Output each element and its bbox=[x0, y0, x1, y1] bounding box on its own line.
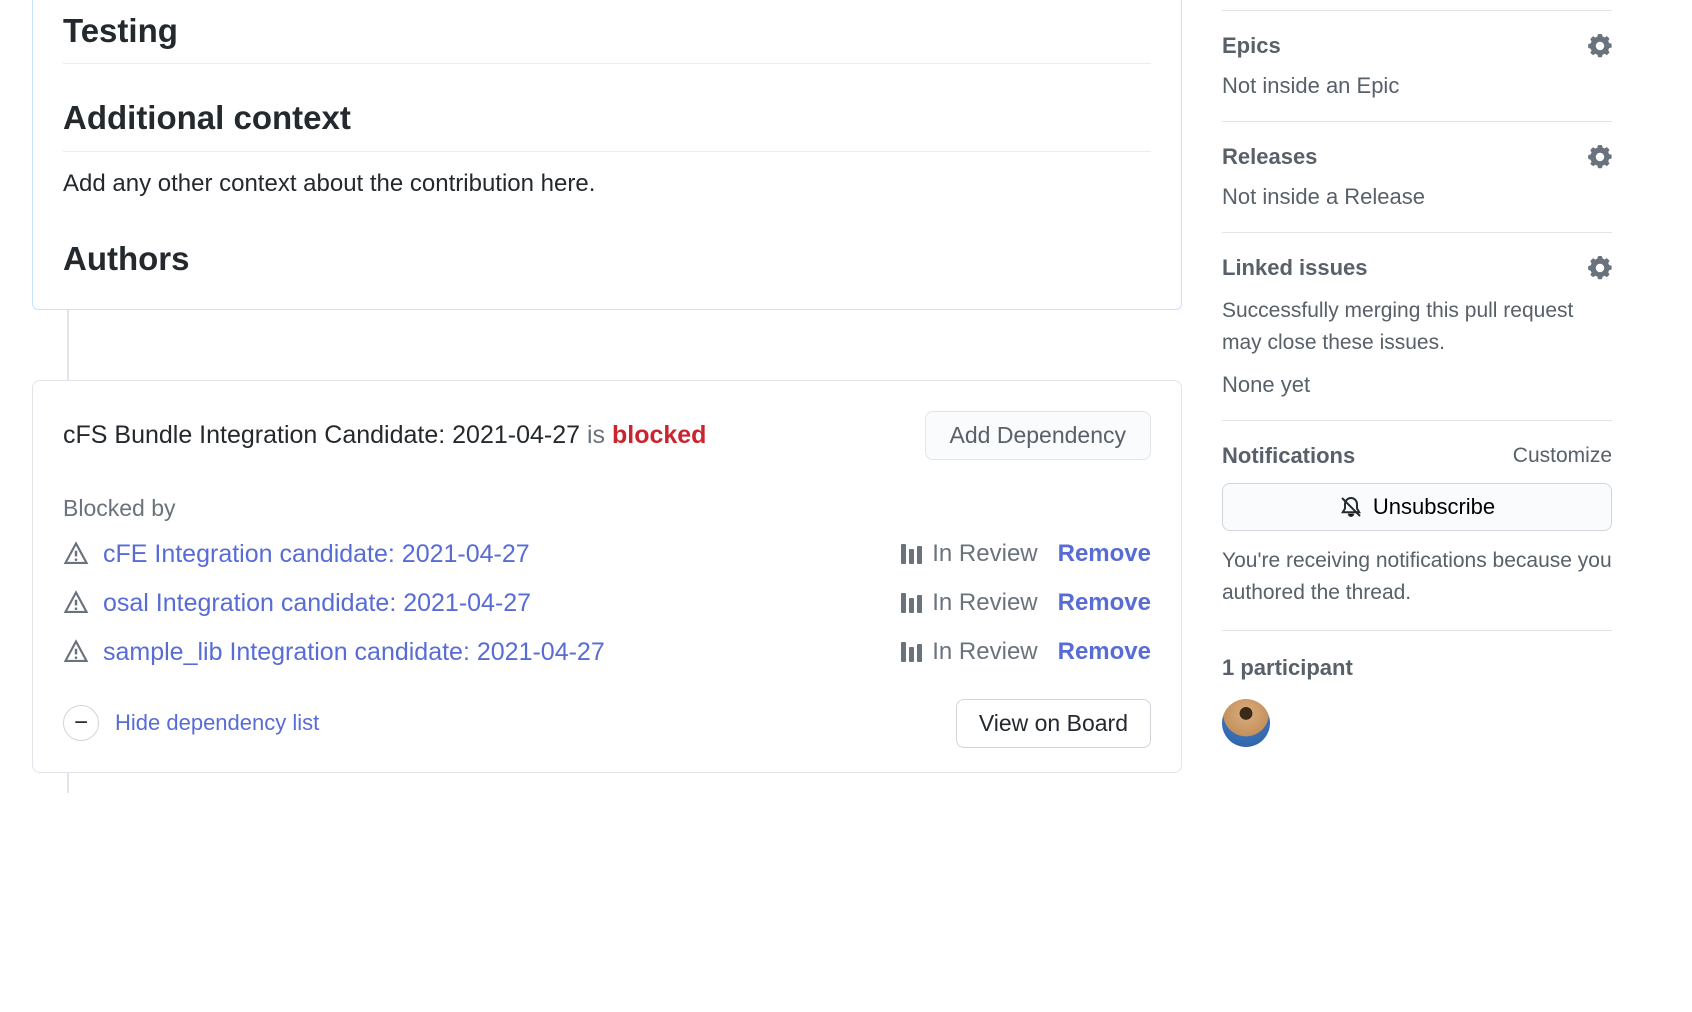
warning-icon bbox=[63, 639, 89, 665]
sidebar-epics-title: Epics bbox=[1222, 33, 1281, 59]
unsubscribe-label: Unsubscribe bbox=[1373, 494, 1495, 520]
warning-icon bbox=[63, 541, 89, 567]
issue-body-box: Testing Additional context Add any other… bbox=[32, 0, 1182, 310]
heading-authors: Authors bbox=[63, 223, 1151, 279]
gear-icon[interactable] bbox=[1588, 256, 1612, 280]
participants-title: 1 participant bbox=[1222, 655, 1612, 681]
dependency-panel: cFS Bundle Integration Candidate: 2021-0… bbox=[32, 380, 1182, 773]
gear-icon[interactable] bbox=[1588, 34, 1612, 58]
view-on-board-button[interactable]: View on Board bbox=[956, 699, 1151, 748]
sidebar-linked-issues-subtext: Successfully merging this pull request m… bbox=[1222, 295, 1612, 358]
additional-context-text: Add any other context about the contribu… bbox=[63, 170, 1151, 198]
sidebar-linked-issues-section: Linked issues Successfully merging this … bbox=[1222, 233, 1612, 421]
dependency-row: osal Integration candidate: 2021-04-27 I… bbox=[63, 589, 1151, 618]
timeline-connector bbox=[67, 773, 1182, 793]
dependency-row: cFE Integration candidate: 2021-04-27 In… bbox=[63, 540, 1151, 569]
dependency-link[interactable]: sample_lib Integration candidate: 2021-0… bbox=[103, 638, 605, 667]
sidebar-linked-issues-title: Linked issues bbox=[1222, 255, 1368, 281]
sidebar: Epics Not inside an Epic Releases Not in… bbox=[1212, 0, 1612, 1012]
dependency-status: In Review bbox=[901, 638, 1037, 666]
dependency-row: sample_lib Integration candidate: 2021-0… bbox=[63, 638, 1151, 667]
sidebar-releases-value: Not inside a Release bbox=[1222, 184, 1612, 210]
heading-additional-context: Additional context bbox=[63, 82, 1151, 151]
notifications-reason: You're receiving notifications because y… bbox=[1222, 545, 1612, 608]
sidebar-releases-title: Releases bbox=[1222, 144, 1317, 170]
bell-slash-icon bbox=[1339, 495, 1363, 519]
hide-dependency-list-link[interactable]: Hide dependency list bbox=[115, 710, 319, 736]
dependency-title: cFS Bundle Integration Candidate: 2021-0… bbox=[63, 421, 706, 450]
dependency-status: In Review bbox=[901, 540, 1037, 568]
unsubscribe-button[interactable]: Unsubscribe bbox=[1222, 483, 1612, 531]
dependency-is-text: is bbox=[580, 421, 612, 449]
dependency-remove-button[interactable]: Remove bbox=[1058, 540, 1151, 568]
dependency-remove-button[interactable]: Remove bbox=[1058, 589, 1151, 617]
timeline-connector bbox=[67, 310, 1182, 380]
sidebar-notifications-title: Notifications bbox=[1222, 443, 1355, 469]
sidebar-notifications-section: Notifications Customize Unsubscribe You'… bbox=[1222, 421, 1612, 631]
blocked-by-label: Blocked by bbox=[63, 495, 1151, 522]
dependency-remove-button[interactable]: Remove bbox=[1058, 638, 1151, 666]
kanban-icon bbox=[901, 544, 922, 564]
heading-testing: Testing bbox=[63, 0, 1151, 64]
dependency-title-name: cFS Bundle Integration Candidate: 2021-0… bbox=[63, 421, 580, 449]
kanban-icon bbox=[901, 593, 922, 613]
dependency-link[interactable]: cFE Integration candidate: 2021-04-27 bbox=[103, 540, 530, 569]
warning-icon bbox=[63, 590, 89, 616]
dependency-link[interactable]: osal Integration candidate: 2021-04-27 bbox=[103, 589, 531, 618]
add-dependency-button[interactable]: Add Dependency bbox=[925, 411, 1151, 460]
dependency-status: In Review bbox=[901, 589, 1037, 617]
customize-link[interactable]: Customize bbox=[1513, 444, 1612, 468]
participant-avatar[interactable] bbox=[1222, 699, 1270, 747]
sidebar-linked-issues-value: None yet bbox=[1222, 372, 1612, 398]
kanban-icon bbox=[901, 642, 922, 662]
sidebar-releases-section: Releases Not inside a Release bbox=[1222, 122, 1612, 233]
collapse-icon-button[interactable]: − bbox=[63, 705, 99, 741]
sidebar-epics-section: Epics Not inside an Epic bbox=[1222, 10, 1612, 122]
gear-icon[interactable] bbox=[1588, 145, 1612, 169]
sidebar-epics-value: Not inside an Epic bbox=[1222, 73, 1612, 99]
dependency-blocked-status: blocked bbox=[612, 421, 706, 449]
